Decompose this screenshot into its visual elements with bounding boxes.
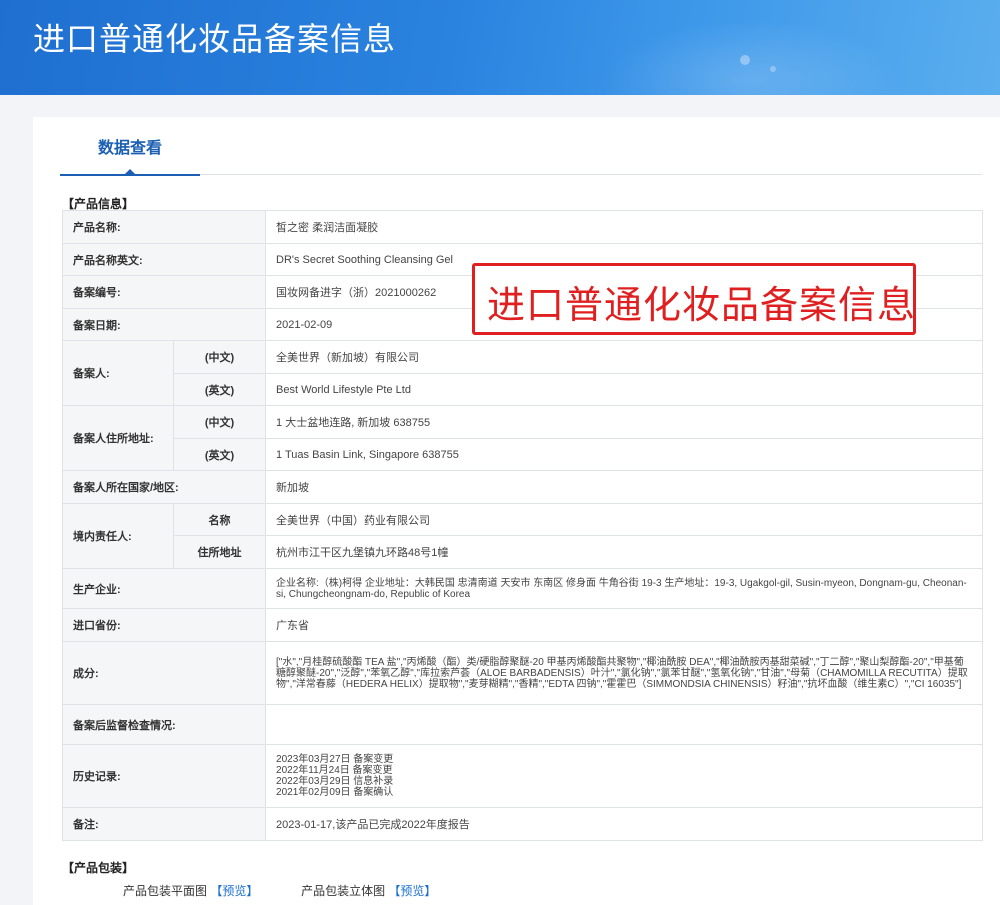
table-row: 产品名称: 皙之密 柔润洁面凝胶 [61,210,984,244]
address-cn-value: 1 大士盆地连路, 新加坡 638755 [265,405,984,439]
domestic-name-value: 全美世界（中国）药业有限公司 [265,503,984,536]
registrant-cn-value: 全美世界（新加坡）有限公司 [265,340,984,374]
banner-decoration-dot [740,55,750,65]
domestic-address-value: 杭州市江干区九堡镇九环路48号1幢 [265,535,984,569]
registrant-en-value: Best World Lifestyle Pte Ltd [265,373,984,406]
manufacturer-value: 企业名称:（株)柯得 企业地址：大韩民国 忠清南道 天安市 东南区 修身面 牛角… [265,568,984,609]
province-value: 广东省 [265,608,984,642]
sub-label: (中文) [172,340,267,374]
country-value: 新加坡 [265,470,984,504]
product-name-value: 皙之密 柔润洁面凝胶 [265,210,984,244]
tab-label: 数据查看 [97,140,162,157]
history-list: 2023年03月27日 备案变更 2022年11月24日 备案变更 2022年0… [265,744,984,808]
sub-label: 住所地址 [172,535,267,569]
overlay-caption-box: 进口普通化妆品备案信息 [472,263,916,335]
history-entry: 2021年02月09日 备案确认 [276,787,394,798]
package-3d-preview-link[interactable]: 【预览】 [388,884,436,898]
row-label: 备案日期: [61,308,267,341]
product-package-heading: 【产品包装】 [62,861,135,875]
table-row: 备案后监督检查情况: [61,704,984,745]
row-label: 备案人: [62,340,174,406]
package-links: 产品包装平面图 【预览】 产品包装立体图 【预览】 [123,882,436,899]
row-label: 备注: [61,807,267,841]
package-flat-label: 产品包装平面图 [123,884,208,898]
row-label: 历史记录: [61,744,267,808]
history-entry: 2023年03月27日 备案变更 [276,754,394,765]
package-3d-label: 产品包装立体图 [301,884,386,898]
row-label: 产品名称英文: [61,243,267,276]
table-row: 成分: ["水","月桂醇硫酸酯 TEA 盐","丙烯酸（酯）类/硬脂醇聚醚-2… [61,641,984,705]
sub-label: (中文) [172,405,267,439]
table-row: 住所地址 杭州市江干区九堡镇九环路48号1幢 [63,535,984,569]
sub-label: 名称 [172,503,267,536]
table-row: 备案人所在国家/地区: 新加坡 [61,470,984,504]
row-label: 成分: [61,641,267,705]
row-label: 备案编号: [61,275,267,309]
table-row: (英文) 1 Tuas Basin Link, Singapore 638755 [63,438,984,471]
tab-bar: 数据查看 [60,139,982,176]
history-entry: 2022年03月29日 信息补录 [276,776,394,787]
sub-label: (英文) [172,438,267,471]
address-en-value: 1 Tuas Basin Link, Singapore 638755 [265,438,984,471]
sub-label: (英文) [172,373,267,406]
table-row: 进口省份: 广东省 [61,608,984,642]
table-row: 备案人住所地址: (中文) 1 大士盆地连路, 新加坡 638755 [62,405,984,471]
table-row: 历史记录: 2023年03月27日 备案变更 2022年11月24日 备案变更 … [61,744,984,808]
tab-active-caret [124,169,136,175]
inspection-value [265,704,984,745]
banner-decoration [600,20,900,95]
table-row: (英文) Best World Lifestyle Pte Ltd [63,373,984,406]
table-row: 境内责任人: 名称 全美世界（中国）药业有限公司 [62,503,984,569]
row-label: 产品名称: [61,210,267,244]
table-row: 生产企业: 企业名称:（株)柯得 企业地址：大韩民国 忠清南道 天安市 东南区 … [61,568,984,609]
row-label: 备案人所在国家/地区: [61,470,267,504]
page-title: 进口普通化妆品备案信息 [33,21,397,57]
row-label: 备案后监督检查情况: [61,704,267,745]
history-entry: 2022年11月24日 备案变更 [276,765,393,776]
row-label: 进口省份: [61,608,267,642]
overlay-caption: 进口普通化妆品备案信息 [487,285,917,327]
row-label: 生产企业: [61,568,267,609]
table-row: 备注: 2023-01-17,该产品已完成2022年度报告 [61,807,984,841]
tab-data-view[interactable]: 数据查看 [60,139,200,176]
content-panel: 数据查看 【产品信息】 产品名称: 皙之密 柔润洁面凝胶 产品名称英文: DR'… [33,117,1000,905]
header-banner: 进口普通化妆品备案信息 [0,0,1000,95]
remark-value: 2023-01-17,该产品已完成2022年度报告 [265,807,984,841]
ingredients-value: ["水","月桂醇硫酸酯 TEA 盐","丙烯酸（酯）类/硬脂醇聚醚-20 甲基… [265,641,984,705]
banner-decoration-dot [770,66,776,72]
table-row: 备案人: (中文) 全美世界（新加坡）有限公司 [62,340,984,406]
package-flat-preview-link[interactable]: 【预览】 [210,884,258,898]
row-label: 备案人住所地址: [62,405,174,471]
row-label: 境内责任人: [62,503,174,569]
